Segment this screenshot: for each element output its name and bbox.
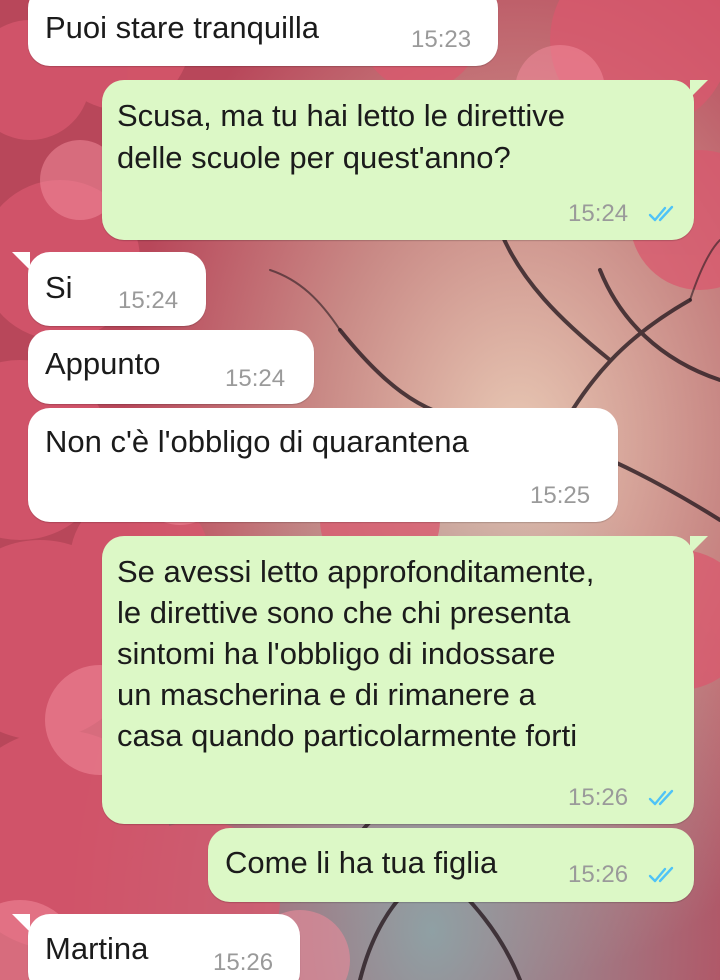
message-text: Scusa, ma tu hai letto le direttive xyxy=(117,98,566,133)
message-timestamp: 15:24 xyxy=(568,200,629,227)
double-check-read-icon xyxy=(648,789,674,806)
message-incoming[interactable]: Appunto 15:24 xyxy=(28,330,314,404)
message-timestamp: 15:24 xyxy=(225,365,286,392)
message-timestamp: 15:26 xyxy=(568,861,629,888)
message-text: Si xyxy=(45,270,73,305)
message-text: casa quando particolarmente forti xyxy=(117,718,578,753)
message-timestamp: 15:26 xyxy=(568,784,629,811)
message-outgoing[interactable]: Come li ha tua figlia 15:26 xyxy=(208,828,694,902)
message-text: Martina xyxy=(45,931,149,966)
message-text: Come li ha tua figlia xyxy=(225,845,498,880)
message-timestamp: 15:25 xyxy=(530,482,591,509)
double-check-read-icon xyxy=(648,866,674,883)
double-check-read-icon xyxy=(648,205,674,222)
message-text: sintomi ha l'obbligo di indossare xyxy=(117,636,556,671)
message-incoming[interactable]: Martina 15:26 xyxy=(28,914,300,980)
message-incoming[interactable]: Puoi stare tranquilla 15:23 xyxy=(28,0,498,66)
bubble-tail xyxy=(12,914,30,932)
message-text: un mascherina e di rimanere a xyxy=(117,677,536,712)
message-text: Appunto xyxy=(45,346,161,381)
message-timestamp: 15:24 xyxy=(118,287,179,314)
message-outgoing[interactable]: Scusa, ma tu hai letto le direttive dell… xyxy=(102,80,694,240)
message-text: le direttive sono che chi presenta xyxy=(117,595,571,630)
bubble-tail xyxy=(12,252,30,270)
message-text: Puoi stare tranquilla xyxy=(45,10,319,45)
message-text: Se avessi letto approfonditamente, xyxy=(117,554,595,589)
message-timestamp: 15:23 xyxy=(411,26,472,53)
message-incoming[interactable]: Non c'è l'obbligo di quarantena 15:25 xyxy=(28,408,618,522)
message-text: delle scuole per quest'anno? xyxy=(117,140,511,175)
message-outgoing[interactable]: Se avessi letto approfonditamente, le di… xyxy=(102,536,694,824)
message-timestamp: 15:26 xyxy=(213,949,274,976)
conversation: Puoi stare tranquilla 15:23 Scusa, ma tu… xyxy=(0,0,720,980)
message-incoming[interactable]: Si 15:24 xyxy=(28,252,206,326)
message-text: Non c'è l'obbligo di quarantena xyxy=(45,424,469,459)
